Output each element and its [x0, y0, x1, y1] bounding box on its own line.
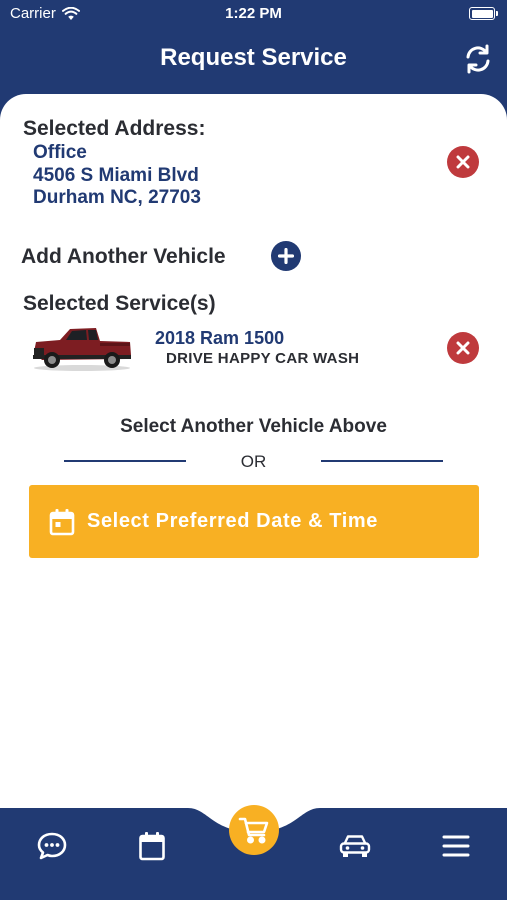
or-text: OR: [240, 452, 267, 471]
status-bar: Carrier 1:22 PM: [0, 0, 507, 28]
header: Request Service: [0, 28, 507, 94]
address-name: Office: [33, 142, 87, 163]
select-vehicle-text: Select Another Vehicle Above: [120, 416, 387, 437]
add-vehicle-button[interactable]: [271, 241, 301, 271]
calendar-icon: [49, 508, 75, 535]
tab-cart[interactable]: [229, 805, 279, 855]
calendar-icon: [139, 832, 165, 861]
tab-menu[interactable]: [436, 826, 476, 866]
refresh-button[interactable]: [461, 42, 495, 76]
page-title: Request Service: [160, 44, 347, 71]
vehicle-name: 2018 Ram 1500: [155, 328, 285, 348]
status-time: 1:22 PM: [225, 5, 282, 22]
address-street: 4506 S Miami Blvd: [33, 165, 199, 186]
tab-chat[interactable]: [32, 826, 72, 866]
chat-icon: [37, 832, 67, 860]
refresh-icon: [466, 44, 490, 74]
plus-icon: [278, 248, 294, 264]
car-icon: [339, 835, 371, 857]
select-date-time-button[interactable]: Select Preferred Date & Time: [29, 485, 479, 558]
tab-vehicles[interactable]: [335, 826, 375, 866]
divider-right: [321, 460, 443, 462]
close-icon: [456, 341, 470, 355]
close-icon: [456, 155, 470, 169]
add-vehicle-label: Add Another Vehicle: [21, 245, 226, 268]
vehicle-image: [33, 328, 131, 371]
address-label: Selected Address:: [23, 117, 206, 140]
address-city: Durham NC, 27703: [33, 187, 201, 208]
remove-address-button[interactable]: [447, 146, 479, 178]
main-card: Selected Address: Office 4506 S Miami Bl…: [0, 94, 507, 808]
menu-icon: [442, 835, 470, 857]
tab-bar: [0, 805, 507, 900]
battery-icon: [469, 7, 498, 20]
date-button-label: Select Preferred Date & Time: [87, 510, 378, 532]
cart-icon: [238, 817, 269, 844]
service-name: DRIVE HAPPY CAR WASH: [166, 350, 360, 367]
remove-service-button[interactable]: [447, 332, 479, 364]
services-label: Selected Service(s): [23, 292, 216, 315]
tab-calendar[interactable]: [132, 826, 172, 866]
